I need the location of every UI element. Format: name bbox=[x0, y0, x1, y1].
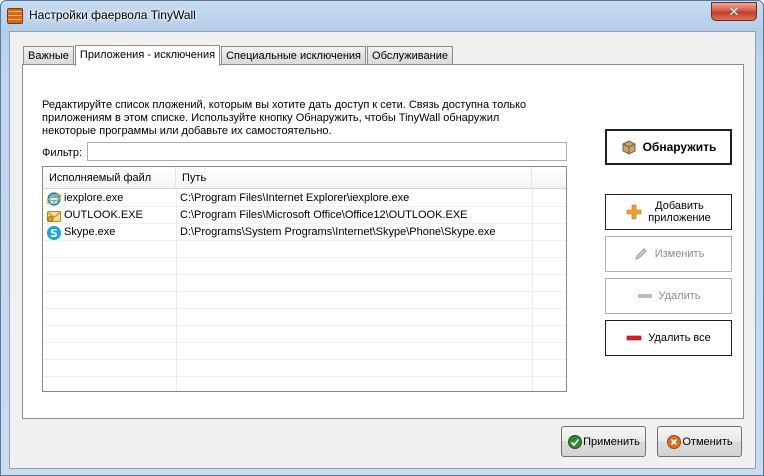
column-header-file[interactable]: Исполняемый файл bbox=[43, 167, 176, 189]
apply-label: Применить bbox=[583, 435, 640, 448]
edit-button[interactable]: Изменить bbox=[605, 236, 732, 272]
add-application-button[interactable]: Добавить приложение bbox=[605, 194, 732, 230]
tab-special-exceptions[interactable]: Специальные исключения bbox=[221, 46, 367, 65]
remove-button[interactable]: Удалить bbox=[605, 278, 732, 314]
cancel-label: Отменить bbox=[682, 435, 733, 448]
add-label-line2: приложение bbox=[648, 212, 711, 224]
table-row[interactable]: iexplore.exe C:\Program Files\Internet E… bbox=[43, 190, 566, 207]
plus-icon bbox=[626, 204, 642, 220]
detect-button[interactable]: Обнаружить bbox=[605, 129, 732, 165]
pencil-icon bbox=[634, 248, 647, 260]
dialog-client-area: Важные Приложения - исключения Специальн… bbox=[9, 31, 756, 469]
add-label-line1: Добавить bbox=[655, 200, 704, 212]
detect-label: Обнаружить bbox=[642, 140, 717, 154]
row-file-name: iexplore.exe bbox=[64, 192, 124, 204]
title-bar[interactable]: Настройки фаервола TinyWall ✕ bbox=[1, 1, 763, 31]
edit-label: Изменить bbox=[654, 248, 705, 260]
tab-important[interactable]: Важные bbox=[23, 46, 74, 65]
cancel-button[interactable]: Отменить bbox=[657, 426, 742, 457]
table-row[interactable]: S Skype.exe D:\Programs\System Programs\… bbox=[43, 224, 566, 241]
grid-line bbox=[43, 325, 566, 326]
filter-label: Фильтр: bbox=[42, 147, 83, 159]
remove-label: Удалить bbox=[658, 290, 701, 302]
grid-line bbox=[43, 376, 566, 377]
table-row[interactable]: OUTLOOK.EXE C:\Program Files\Microsoft O… bbox=[43, 207, 566, 224]
apply-button[interactable]: Применить bbox=[561, 426, 646, 457]
column-header-path[interactable]: Путь bbox=[176, 167, 532, 189]
row-path: C:\Program Files\Internet Explorer\iexpl… bbox=[180, 192, 410, 204]
cancel-icon bbox=[667, 434, 682, 449]
remove-all-button[interactable]: Удалить все bbox=[605, 320, 732, 356]
exceptions-list[interactable]: Исполняемый файл Путь iexplore.exe C:\Pr… bbox=[42, 166, 567, 392]
settings-window: Настройки фаервола TinyWall ✕ Важные При… bbox=[0, 0, 764, 476]
internet-explorer-icon bbox=[46, 191, 62, 206]
grid-line bbox=[43, 342, 566, 343]
remove-all-label: Удалить все bbox=[648, 332, 711, 344]
window-title: Настройки фаервола TinyWall bbox=[29, 8, 196, 22]
row-path: C:\Program Files\Microsoft Office\Office… bbox=[180, 209, 468, 221]
app-exceptions-panel: Редактируйте список пложений, которым вы… bbox=[22, 64, 744, 419]
tab-maintenance[interactable]: Обслуживание bbox=[367, 46, 453, 65]
firewall-icon bbox=[7, 8, 23, 24]
outlook-icon bbox=[47, 210, 61, 222]
close-button[interactable]: ✕ bbox=[711, 2, 757, 21]
description-text: Редактируйте список пложений, которым вы… bbox=[42, 99, 527, 137]
filter-input[interactable] bbox=[87, 142, 567, 161]
grid-line bbox=[43, 274, 566, 275]
grid-line bbox=[43, 291, 566, 292]
skype-icon: S bbox=[47, 225, 61, 240]
grid-line bbox=[43, 257, 566, 258]
row-file-name: Skype.exe bbox=[64, 226, 116, 238]
minus-red-icon bbox=[626, 335, 642, 341]
row-file-name: OUTLOOK.EXE bbox=[64, 209, 143, 221]
apply-icon bbox=[568, 434, 583, 449]
tab-app-exceptions[interactable]: Приложения - исключения bbox=[74, 45, 221, 66]
svg-text:S: S bbox=[50, 227, 58, 240]
box-icon bbox=[622, 140, 636, 155]
grid-line bbox=[43, 308, 566, 309]
tab-strip: Важные Приложения - исключения Специальн… bbox=[23, 44, 454, 66]
row-path: D:\Programs\System Programs\Internet\Sky… bbox=[180, 226, 496, 238]
minus-icon bbox=[637, 294, 652, 298]
list-header: Исполняемый файл Путь bbox=[43, 167, 566, 189]
grid-line bbox=[43, 359, 566, 360]
